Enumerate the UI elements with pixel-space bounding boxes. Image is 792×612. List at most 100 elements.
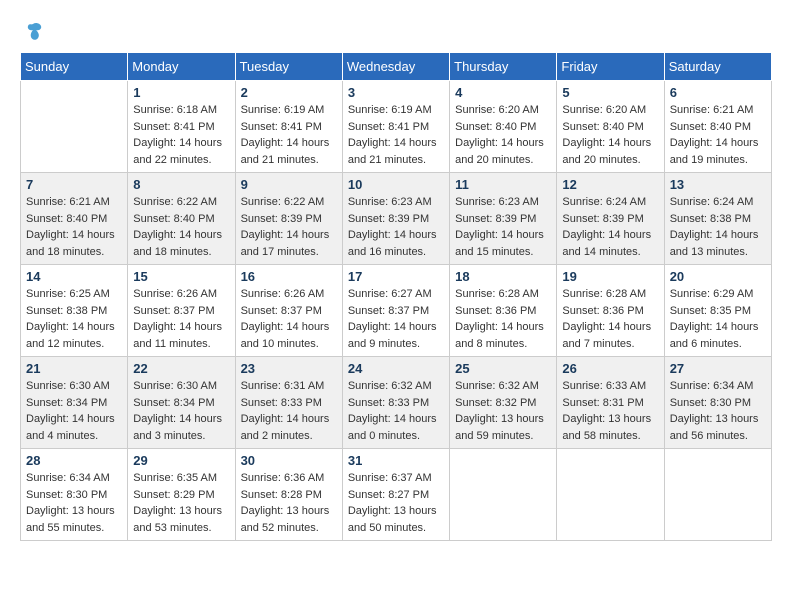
day-info-line: Daylight: 14 hours: [26, 229, 115, 241]
calendar-day-cell: 16Sunrise: 6:26 AMSunset: 8:37 PMDayligh…: [235, 265, 342, 357]
day-info-line: Sunset: 8:41 PM: [133, 121, 214, 133]
day-info-line: and 3 minutes.: [133, 430, 205, 442]
day-info: Sunrise: 6:20 AM Sunset: 8:40 PM Daylight:…: [562, 102, 658, 168]
calendar-day-cell: 1Sunrise: 6:18 AMSunset: 8:41 PMDaylight…: [128, 81, 235, 173]
day-info-line: Sunrise: 6:18 AM: [133, 104, 217, 116]
day-number: 15: [133, 269, 229, 284]
day-info: Sunrise: 6:27 AMSunset: 8:37 PMDaylight:…: [348, 286, 444, 352]
day-number: 30: [241, 453, 337, 468]
day-info-line: Daylight: 14 hours: [562, 137, 651, 149]
day-info-line: Daylight: 14 hours: [455, 321, 544, 333]
day-number: 29: [133, 453, 229, 468]
day-number: 7: [26, 177, 122, 192]
day-info-line: Sunrise: 6:24 AM: [562, 196, 646, 208]
logo: [20, 20, 44, 42]
day-number: 21: [26, 361, 122, 376]
day-info-line: Sunset: 8:30 PM: [26, 489, 107, 501]
day-info-line: Daylight: 13 hours: [133, 505, 222, 517]
day-info-line: Sunrise: 6:34 AM: [26, 472, 110, 484]
day-info-line: Daylight: 13 hours: [26, 505, 115, 517]
calendar-day-cell: 24Sunrise: 6:32 AMSunset: 8:33 PMDayligh…: [342, 357, 449, 449]
day-info-line: Sunrise: 6:19 AM: [241, 104, 325, 116]
calendar-day-cell: 9Sunrise: 6:22 AMSunset: 8:39 PMDaylight…: [235, 173, 342, 265]
day-info-line: Daylight: 13 hours: [348, 505, 437, 517]
day-info-line: Sunset: 8:33 PM: [241, 397, 322, 409]
day-info-line: Sunset: 8:40 PM: [562, 121, 643, 133]
day-number: 27: [670, 361, 766, 376]
day-info: Sunrise: 6:21 AMSunset: 8:40 PMDaylight:…: [26, 194, 122, 260]
day-number: 26: [562, 361, 658, 376]
day-info-line: Daylight: 14 hours: [26, 321, 115, 333]
calendar-day-cell: 31Sunrise: 6:37 AMSunset: 8:27 PMDayligh…: [342, 449, 449, 541]
calendar-day-cell: 12Sunrise: 6:24 AMSunset: 8:39 PMDayligh…: [557, 173, 664, 265]
day-info-line: Sunset: 8:38 PM: [670, 213, 751, 225]
calendar-day-cell: 29Sunrise: 6:35 AMSunset: 8:29 PMDayligh…: [128, 449, 235, 541]
day-info-line: Sunset: 8:39 PM: [455, 213, 536, 225]
day-info-line: Sunset: 8:31 PM: [562, 397, 643, 409]
day-info-line: and 21 minutes.: [348, 154, 426, 166]
day-info: Sunrise: 6:22 AMSunset: 8:39 PMDaylight:…: [241, 194, 337, 260]
day-info-line: Daylight: 14 hours: [348, 321, 437, 333]
day-info-line: and 21 minutes.: [241, 154, 319, 166]
day-info-line: and 59 minutes.: [455, 430, 533, 442]
day-info-line: and 9 minutes.: [348, 338, 420, 350]
day-info-line: Daylight: 14 hours: [348, 229, 437, 241]
day-info-line: Sunset: 8:34 PM: [26, 397, 107, 409]
day-info-line: Sunrise: 6:30 AM: [133, 380, 217, 392]
day-info: Sunrise: 6:24 AMSunset: 8:39 PMDaylight:…: [562, 194, 658, 260]
day-info-line: Sunset: 8:28 PM: [241, 489, 322, 501]
day-info: Sunrise: 6:32 AMSunset: 8:33 PMDaylight:…: [348, 378, 444, 444]
day-info-line: Sunset: 8:38 PM: [26, 305, 107, 317]
day-info-line: and 58 minutes.: [562, 430, 640, 442]
calendar-empty-cell: [664, 449, 771, 541]
day-info-line: and 53 minutes.: [133, 522, 211, 534]
calendar-empty-cell: [557, 449, 664, 541]
day-info-line: Sunrise: 6:33 AM: [562, 380, 646, 392]
day-info: Sunrise: 6:34 AM Sunset: 8:30 PM Daylight:…: [26, 470, 122, 536]
calendar-day-cell: 11Sunrise: 6:23 AMSunset: 8:39 PMDayligh…: [450, 173, 557, 265]
calendar-day-cell: 27Sunrise: 6:34 AMSunset: 8:30 PMDayligh…: [664, 357, 771, 449]
day-info-line: Sunrise: 6:29 AM: [670, 288, 754, 300]
day-info-line: Sunset: 8:35 PM: [670, 305, 751, 317]
calendar-day-cell: 18Sunrise: 6:28 AMSunset: 8:36 PMDayligh…: [450, 265, 557, 357]
day-info-line: and 19 minutes.: [670, 154, 748, 166]
day-info: Sunrise: 6:23 AMSunset: 8:39 PMDaylight:…: [348, 194, 444, 260]
day-info-line: and 10 minutes.: [241, 338, 319, 350]
day-info-line: Daylight: 14 hours: [670, 229, 759, 241]
calendar-day-cell: 23Sunrise: 6:31 AMSunset: 8:33 PMDayligh…: [235, 357, 342, 449]
day-info-line: Sunrise: 6:30 AM: [26, 380, 110, 392]
day-number: 10: [348, 177, 444, 192]
day-info-line: Sunset: 8:33 PM: [348, 397, 429, 409]
day-info: Sunrise: 6:25 AMSunset: 8:38 PMDaylight:…: [26, 286, 122, 352]
day-info-line: Sunset: 8:37 PM: [348, 305, 429, 317]
day-info-line: and 11 minutes.: [133, 338, 210, 350]
calendar-week-row: 14 Sunrise: 6:25 AMSunset: 8:38 PMDayligh…: [21, 265, 772, 357]
day-info-line: Daylight: 14 hours: [455, 137, 544, 149]
day-info: Sunrise: 6:30 AMSunset: 8:34 PMDaylight:…: [133, 378, 229, 444]
calendar-day-cell: 20Sunrise: 6:29 AMSunset: 8:35 PMDayligh…: [664, 265, 771, 357]
day-info-line: and 14 minutes.: [562, 246, 640, 258]
calendar-day-cell: 13Sunrise: 6:24 AMSunset: 8:38 PMDayligh…: [664, 173, 771, 265]
day-number: 4: [455, 85, 551, 100]
day-info-line: Daylight: 14 hours: [670, 137, 759, 149]
day-info-line: Daylight: 14 hours: [562, 321, 651, 333]
day-info-line: and 15 minutes.: [455, 246, 533, 258]
day-number: 14: [26, 269, 122, 284]
day-info-line: Daylight: 14 hours: [455, 229, 544, 241]
weekday-header-thursday: Thursday: [450, 53, 557, 81]
day-number: 6: [670, 85, 766, 100]
day-number: 16: [241, 269, 337, 284]
day-info-line: and 2 minutes.: [241, 430, 313, 442]
day-info-line: and 50 minutes.: [348, 522, 426, 534]
day-info: Sunrise: 6:26 AMSunset: 8:37 PMDaylight:…: [133, 286, 229, 352]
day-number: 28: [26, 453, 122, 468]
day-info-line: Sunrise: 6:20 AM: [562, 104, 646, 116]
day-info-line: and 7 minutes.: [562, 338, 634, 350]
calendar-table: SundayMondayTuesdayWednesdayThursdayFrid…: [20, 52, 772, 541]
day-info-line: Sunrise: 6:28 AM: [455, 288, 539, 300]
day-info-line: Daylight: 14 hours: [241, 413, 330, 425]
weekday-header-friday: Friday: [557, 53, 664, 81]
calendar-day-cell: 6Sunrise: 6:21 AMSunset: 8:40 PMDaylight…: [664, 81, 771, 173]
calendar-day-cell: 30Sunrise: 6:36 AMSunset: 8:28 PMDayligh…: [235, 449, 342, 541]
day-info-line: and 20 minutes.: [455, 154, 533, 166]
